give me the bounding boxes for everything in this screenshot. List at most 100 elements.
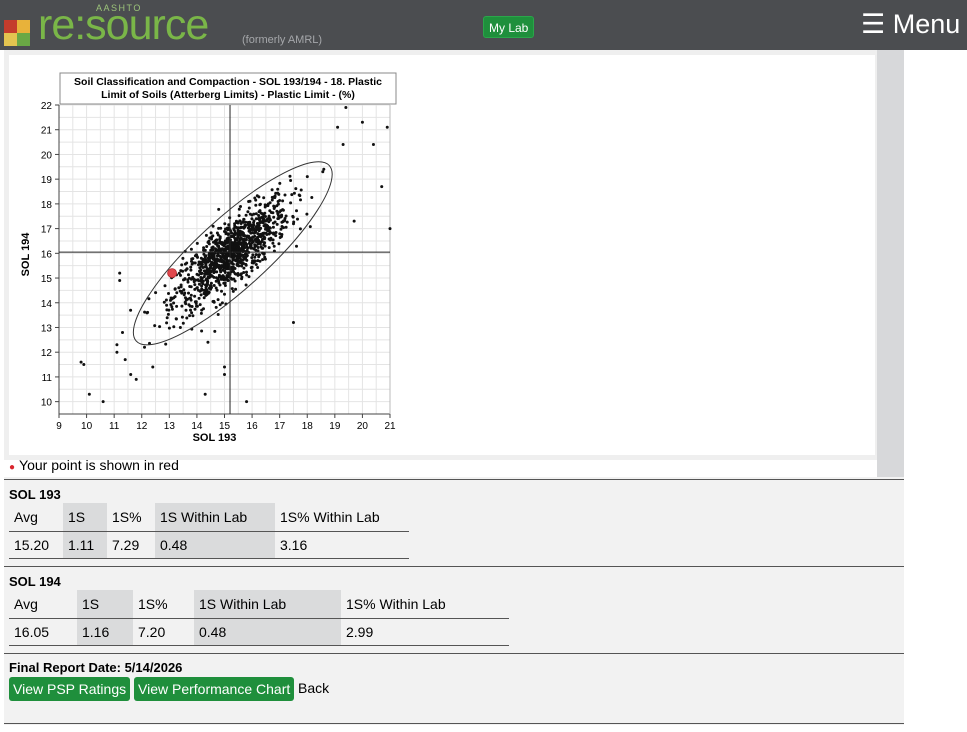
view-performance-chart-button[interactable]: View Performance Chart [134,677,295,701]
data-point [281,199,285,203]
data-point [209,231,213,235]
data-point [198,303,202,307]
data-point [190,259,193,263]
data-point [237,214,241,218]
back-link[interactable]: Back [298,680,329,696]
data-point [205,245,209,248]
data-point [207,253,211,257]
data-point [233,245,236,249]
data-point [231,268,235,271]
table-row: 16.05 1.16 7.20 0.48 2.99 [9,618,509,646]
data-point [192,277,196,281]
data-point [189,285,193,289]
data-point [336,125,340,129]
header-1s-pct: 1S% [133,590,194,619]
your-point-marker[interactable] [167,268,177,278]
data-point [341,143,345,147]
data-point [258,253,261,257]
data-point [197,273,201,277]
data-point [123,358,127,362]
data-point [276,200,280,203]
data-point [218,283,222,287]
data-point [261,258,265,262]
value-1s-pct-within: 2.99 [341,618,509,646]
data-point [235,255,239,259]
sol194-title: SOL 194 [9,574,61,589]
data-point [270,198,274,202]
logo-resource[interactable]: re:source [38,2,209,48]
x-tick-label: 19 [329,421,341,432]
data-point [256,246,260,249]
logo-subtitle: (formerly AMRL) [242,34,323,46]
data-point [226,279,230,282]
data-point [276,212,280,216]
value-1s-pct-within: 3.16 [275,531,409,559]
data-point [215,238,219,242]
data-point [268,230,272,233]
data-point [189,265,193,269]
data-point [211,257,215,261]
my-lab-button[interactable]: My Lab [483,16,535,38]
data-point [220,289,223,293]
data-point [169,296,173,300]
data-point [215,288,219,292]
data-point [185,316,189,320]
data-point [129,308,133,312]
data-point [220,258,224,262]
data-point [187,273,190,277]
data-point [179,273,182,277]
data-point [87,392,91,396]
y-tick-label: 21 [41,126,53,137]
data-point [295,244,298,248]
data-point [266,226,270,230]
y-tick-label: 16 [41,249,53,260]
view-psp-ratings-button[interactable]: View PSP Ratings [9,677,131,701]
data-point [298,227,302,231]
data-point [191,257,195,261]
data-point [164,342,168,346]
x-tick-label: 16 [247,421,259,432]
data-point [238,256,242,260]
data-point [240,264,244,268]
data-point [242,266,246,270]
data-point [205,284,209,288]
data-point [275,222,279,226]
x-tick-label: 15 [219,421,231,432]
value-1s-within: 0.48 [155,531,275,559]
data-point [247,229,251,233]
data-point [230,260,234,264]
data-point [296,217,299,221]
data-point [252,261,255,265]
data-point [270,188,274,192]
data-point [234,287,238,291]
data-point [195,304,198,308]
data-point [163,284,167,288]
data-point [236,234,240,238]
header-avg: Avg [9,590,77,619]
menu-button[interactable]: ☰ Menu [861,6,960,42]
data-point [221,268,225,272]
data-point [203,392,207,396]
data-point [222,242,226,246]
data-point [207,276,211,280]
data-point [216,313,220,316]
header-1s-pct-within: 1S% Within Lab [275,503,409,532]
data-point [256,226,259,230]
chart-title-line-2: Limit of Soils (Atterberg Limits) - Plas… [101,89,355,101]
data-point [294,187,298,191]
data-point [277,216,281,220]
data-point [189,247,193,251]
y-tick-label: 22 [41,101,53,112]
data-point [154,291,158,295]
data-point [206,256,210,260]
data-point [273,220,277,224]
data-point [310,196,314,199]
data-point [184,296,187,300]
data-point [295,209,298,213]
data-point [190,305,194,308]
data-point [254,203,258,207]
data-point [162,300,166,304]
data-point [276,187,280,191]
header-1s-pct-within: 1S% Within Lab [341,590,509,619]
data-point [278,236,282,239]
